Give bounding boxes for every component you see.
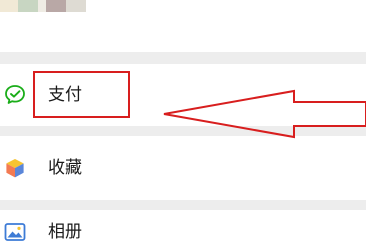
annotation-arrow bbox=[163, 89, 366, 139]
